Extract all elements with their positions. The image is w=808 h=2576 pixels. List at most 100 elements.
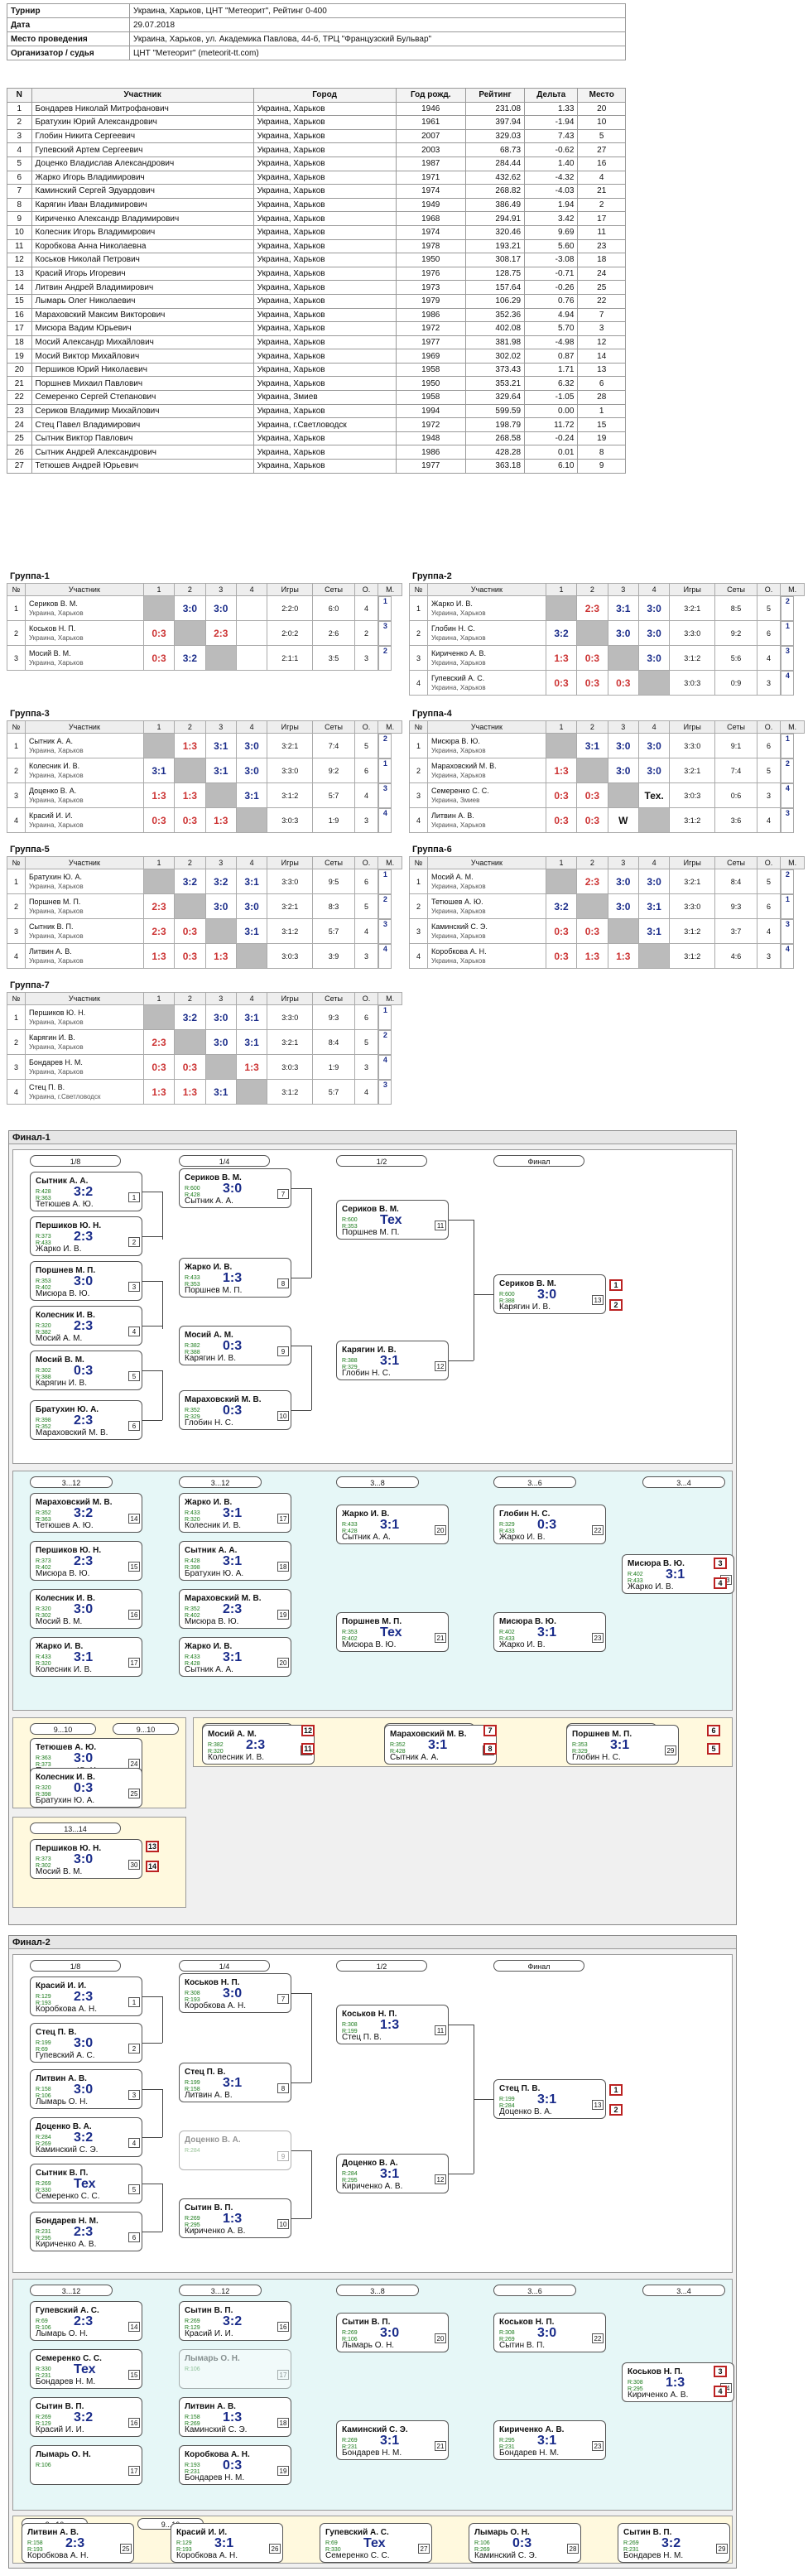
match-number: 16 [128, 1610, 140, 1620]
match-score: 2:3 [74, 1319, 94, 1333]
row-number: 1 [7, 1004, 26, 1030]
table-cell: 1986 [395, 307, 466, 323]
player-a: Стец П. В. [185, 2068, 226, 2077]
rating-a: R:269 [342, 2438, 358, 2444]
column-header: Игры [267, 992, 314, 1005]
table-cell: 1950 [395, 253, 466, 267]
match-score: 3:0 [74, 2036, 94, 2050]
connector-line [311, 1993, 312, 2082]
participant-name: Тетюшев А. Ю. Украина, Харьков [426, 893, 546, 919]
table-cell: 1.40 [524, 156, 579, 171]
score-cell [607, 782, 639, 808]
group-block: Группа-2 № Участник 1 2 3 4 Игры Сеты О. М. 1 Жарко … [409, 570, 805, 696]
score-cell: 0:3 [174, 918, 206, 944]
table-cell: Украина, Харьков [252, 224, 397, 240]
table-cell: Украина, Харьков [252, 431, 397, 446]
info-value: ЦНТ "Метеорит" (meteorit-tt.com) [129, 46, 626, 60]
score-cell [235, 595, 268, 621]
score-cell [576, 620, 608, 646]
match-number: 7 [277, 1189, 289, 1199]
column-header: О. [354, 856, 379, 869]
table-cell: Мосий Александр Михайлович [31, 335, 254, 350]
place-cell: 2 [781, 596, 795, 621]
score-cell: 3:2 [174, 869, 206, 894]
column-header: 3 [204, 720, 237, 734]
row-number: 4 [7, 943, 26, 969]
points-cell: 4 [756, 807, 782, 833]
final-2-title: Финал-2 [9, 1936, 736, 1949]
column-header: О. [354, 992, 379, 1005]
table-cell: Красий Игорь Игоревич [31, 266, 254, 282]
rating-a: R:373 [36, 1234, 51, 1240]
score-cell: 3:1 [235, 918, 268, 944]
score-cell [235, 1079, 268, 1105]
group-block: Группа-3 № Участник 1 2 3 4 Игры Сеты О. М. 1 Сытник… [7, 707, 402, 833]
column-header: М. [378, 856, 402, 869]
rating-a: R:320 [36, 1606, 51, 1612]
match-score: 3:2 [74, 2131, 94, 2145]
participant-city: Украина, г.Светловодск [28, 1092, 101, 1100]
group-row: 2 Колесник И. В. Украина, Харьков 3:1 3:1 3:0… [7, 758, 402, 783]
score-cell: 1:3 [235, 1054, 268, 1080]
table-cell: Украина, Харьков [252, 238, 397, 254]
participant-name: Каминский С. Э. Украина, Харьков [426, 918, 546, 944]
table-cell: 3 [577, 321, 626, 336]
table-cell: 320.46 [464, 224, 526, 240]
table-cell: 24 [7, 417, 32, 432]
column-header: Год рожд. [395, 88, 466, 103]
score-cell: 1:3 [204, 943, 237, 969]
participant-name: Мосий А. М. Украина, Харьков [426, 869, 546, 894]
column-header: Сеты [312, 856, 355, 869]
row-number: 2 [7, 893, 26, 919]
points-cell: 6 [756, 733, 782, 758]
player-b: Карягин И. В. [36, 1379, 87, 1388]
match-number: 16 [128, 2418, 140, 2428]
place-cell: 3 [781, 807, 795, 833]
match-number: 1 [128, 1192, 140, 1202]
table-cell: 6.32 [524, 376, 579, 392]
column-header: 3 [607, 583, 639, 596]
match-score: 2:3 [65, 2536, 85, 2550]
rating-a: R:428 [185, 1558, 200, 1564]
score-cell: 0:3 [576, 645, 608, 671]
participant-name: Коробкова А. Н. Украина, Харьков [426, 943, 546, 969]
score-cell: 3:1 [235, 869, 268, 894]
table-cell: 402.08 [464, 321, 526, 336]
group-row: 3 Доценко В. А. Украина, Харьков 1:3 1:3 3:1 3… [7, 782, 402, 808]
bracket-section: 3...12 3...12 3...8 3...6 3...4 Гупевский А. … [12, 2279, 734, 2511]
table-cell: 68.73 [464, 142, 526, 157]
score-cell: 0:3 [576, 918, 608, 944]
round-header: 3...6 [493, 1476, 576, 1488]
sets-cell: 9:2 [312, 758, 355, 783]
match-number: 29 [716, 2544, 728, 2554]
participant-name-text: Жарко И. В. [430, 599, 473, 608]
match-box: Мосий В. М. R:302 R:388 0:3 Карягин И. В. 5 [30, 1351, 142, 1390]
participant-city: Украина, Харьков [28, 658, 84, 667]
player-b: Тетюшев А. Ю. [36, 1521, 94, 1530]
table-cell: 363.18 [464, 459, 526, 474]
column-header: М. [780, 856, 805, 869]
participant-name: Мараховский М. В. Украина, Харьков [426, 758, 546, 783]
connector-line [162, 1370, 163, 1420]
games-cell: 3:0:3 [267, 807, 314, 833]
group-row: 2 Тетюшев А. Ю. Украина, Харьков 3:2 3:0 3:1 3… [409, 893, 805, 919]
table-cell: 10 [7, 224, 32, 240]
table-cell: Украина, Харьков [252, 321, 397, 336]
table-row: 27 Тетюшев Андрей Юрьевич Украина, Харьков… [7, 459, 626, 474]
table-cell: -4.32 [524, 170, 579, 185]
match-box: Жарко И. В. R:433 R:428 3:1 Сытник А. А. 20 [336, 1505, 449, 1544]
match-score: 3:0 [74, 1602, 94, 1616]
table-cell: Сериков Владимир Михайлович [31, 403, 254, 419]
table-cell: Украина, Харьков [252, 128, 397, 144]
match-box: Лымарь О. Н. R:106 17 [179, 2349, 291, 2389]
score-cell: 3:0 [204, 595, 237, 621]
table-cell: 2003 [395, 142, 466, 157]
table-row: 6 Жарко Игорь Владимирович Украина, Харько… [7, 170, 626, 185]
column-header: Сеты [714, 583, 758, 596]
match-score: 1:3 [223, 2212, 243, 2226]
table-cell: Украина, Харьков [252, 266, 397, 282]
sets-cell: 3:5 [312, 645, 355, 671]
group-table: № Участник 1 2 3 4 Игры Сеты О. М. 1 Мисюра В. Ю. Ук… [409, 720, 805, 833]
score-cell [637, 807, 671, 833]
column-header: 4 [235, 856, 268, 869]
